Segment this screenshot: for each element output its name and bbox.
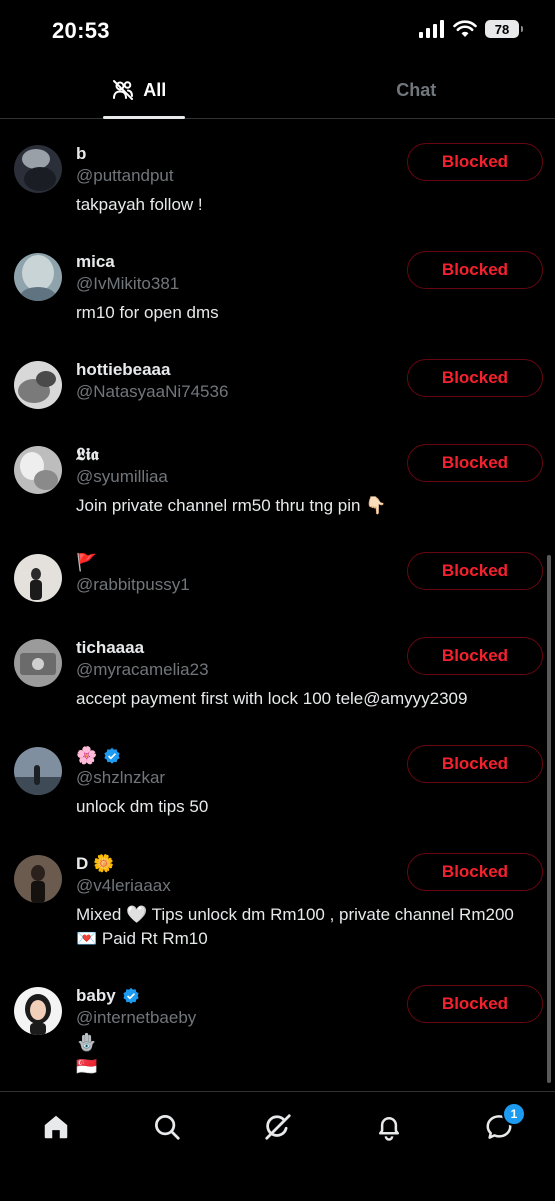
search-icon — [152, 1112, 182, 1142]
nav-search[interactable] — [150, 1110, 184, 1144]
user-handle: @rabbitpussy1 — [76, 574, 396, 596]
display-name[interactable]: 🚩 — [76, 552, 396, 574]
grok-icon — [263, 1112, 293, 1142]
avatar[interactable] — [14, 361, 62, 409]
display-name[interactable]: 🌸 — [76, 746, 97, 766]
status-time: 20:53 — [52, 18, 110, 44]
blocked-button[interactable]: Blocked — [407, 444, 543, 482]
display-name[interactable]: mica — [76, 251, 396, 273]
user-handle: @NatasyaaNi74536 — [76, 381, 396, 403]
tab-bar: All Chat — [0, 62, 555, 119]
blocked-button[interactable]: Blocked — [407, 359, 543, 397]
nav-home[interactable] — [39, 1110, 73, 1144]
user-handle: @syumilliaa — [76, 466, 396, 488]
nav-grok[interactable] — [261, 1110, 295, 1144]
verified-badge-icon — [103, 747, 121, 765]
display-name[interactable]: b — [76, 143, 396, 165]
blocked-button[interactable]: Blocked — [407, 985, 543, 1023]
display-name[interactable]: tichaaaa — [76, 637, 396, 659]
scrollbar[interactable] — [547, 555, 551, 1083]
blocked-button[interactable]: Blocked — [407, 637, 543, 675]
display-name-line: baby — [76, 985, 396, 1007]
verified-badge-icon — [122, 987, 140, 1005]
avatar[interactable] — [14, 446, 62, 494]
messages-badge: 1 — [502, 1102, 526, 1126]
avatar[interactable] — [14, 855, 62, 903]
display-name[interactable]: hottiebeaaa — [76, 359, 396, 381]
tab-chat-label: Chat — [396, 80, 436, 101]
notifications-icon — [374, 1112, 404, 1142]
blocked-button[interactable]: Blocked — [407, 745, 543, 783]
blocked-accounts-list: b @puttandput takpayah follow ! Blocked … — [0, 119, 555, 1091]
avatar[interactable] — [14, 639, 62, 687]
avatar[interactable] — [14, 747, 62, 795]
user-bio: accept payment first with lock 100 tele@… — [76, 687, 536, 711]
user-bio: 🪬 — [76, 1031, 536, 1055]
tab-all-label: All — [143, 80, 166, 101]
user-bio-line-2: 🇸🇬 — [76, 1055, 536, 1079]
blocked-button[interactable]: Blocked — [407, 143, 543, 181]
display-name[interactable]: baby — [76, 986, 116, 1006]
avatar[interactable] — [14, 145, 62, 193]
blocked-button[interactable]: Blocked — [407, 251, 543, 289]
user-handle: @shzlnzkar — [76, 767, 396, 789]
display-name[interactable]: 𝕷𝖎𝖆 — [76, 444, 396, 466]
signal-icon — [419, 20, 445, 38]
display-name[interactable]: D 🌼 — [76, 853, 396, 875]
wifi-icon — [453, 20, 477, 38]
user-handle: @v4leriaaax — [76, 875, 396, 897]
status-icons: 78 — [419, 20, 519, 38]
battery-icon: 78 — [485, 20, 519, 38]
bottom-nav: 1 — [0, 1091, 555, 1201]
user-bio: rm10 for open dms — [76, 301, 536, 325]
tab-all[interactable]: All — [0, 62, 278, 118]
avatar[interactable] — [14, 987, 62, 1035]
avatar[interactable] — [14, 554, 62, 602]
nav-messages[interactable]: 1 — [482, 1110, 516, 1144]
blocked-button[interactable]: Blocked — [407, 853, 543, 891]
user-handle: @internetbaeby — [76, 1007, 396, 1029]
user-bio: Join private channel rm50 thru tng pin 👇… — [76, 494, 536, 518]
home-icon — [41, 1112, 71, 1142]
user-bio: takpayah follow ! — [76, 193, 536, 217]
user-handle: @myracamelia23 — [76, 659, 396, 681]
avatar[interactable] — [14, 253, 62, 301]
tab-chat[interactable]: Chat — [278, 62, 555, 118]
nav-notifications[interactable] — [372, 1110, 406, 1144]
user-bio: unlock dm tips 50 — [76, 795, 536, 819]
people-blocked-icon — [111, 78, 135, 102]
user-handle: @puttandput — [76, 165, 396, 187]
user-handle: @IvMikito381 — [76, 273, 396, 295]
user-bio: Mixed 🤍 Tips unlock dm Rm100 , private c… — [76, 903, 536, 951]
status-bar: 20:53 78 — [0, 0, 555, 62]
display-name-line: 🌸 — [76, 745, 396, 767]
blocked-button[interactable]: Blocked — [407, 552, 543, 590]
